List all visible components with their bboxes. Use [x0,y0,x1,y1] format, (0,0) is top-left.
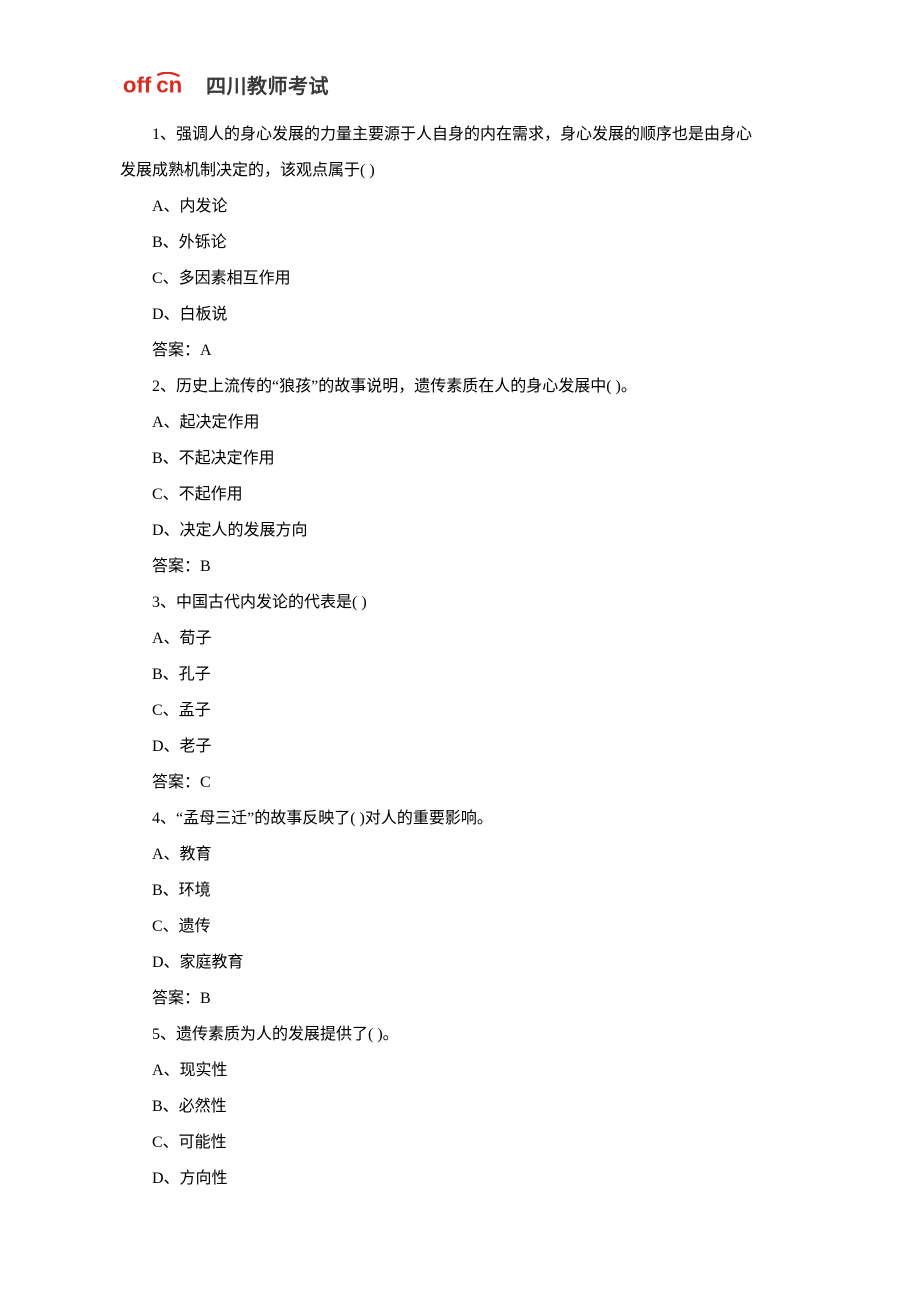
q3-option-a: A、荀子 [120,621,800,657]
q1-option-b: B、外铄论 [120,225,800,261]
q5-option-a: A、现实性 [120,1053,800,1089]
offcn-logo-icon: off cn [120,72,200,98]
q4-option-d: D、家庭教育 [120,945,800,981]
q3-option-b: B、孔子 [120,657,800,693]
q5-option-b: B、必然性 [120,1089,800,1125]
q2-stem: 2、历史上流传的“狼孩”的故事说明，遗传素质在人的身心发展中( )。 [120,369,800,405]
q3-stem: 3、中国古代内发论的代表是( ) [120,585,800,621]
q4-answer: 答案：B [120,981,800,1017]
q4-option-b: B、环境 [120,873,800,909]
q2-option-b: B、不起决定作用 [120,441,800,477]
q3-option-c: C、孟子 [120,693,800,729]
q1-answer: 答案：A [120,333,800,369]
logo-title: 四川教师考试 [206,70,329,99]
q1-option-c: C、多因素相互作用 [120,261,800,297]
q1-stem-line1: 1、强调人的身心发展的力量主要源于人自身的内在需求，身心发展的顺序也是由身心 [120,117,800,153]
content-body: 1、强调人的身心发展的力量主要源于人自身的内在需求，身心发展的顺序也是由身心 发… [120,117,800,1197]
q2-option-d: D、决定人的发展方向 [120,513,800,549]
q5-stem: 5、遗传素质为人的发展提供了( )。 [120,1017,800,1053]
q5-option-c: C、可能性 [120,1125,800,1161]
q5-option-d: D、方向性 [120,1161,800,1197]
q2-answer: 答案：B [120,549,800,585]
q3-answer: 答案：C [120,765,800,801]
q4-option-a: A、教育 [120,837,800,873]
q1-option-d: D、白板说 [120,297,800,333]
q4-option-c: C、遗传 [120,909,800,945]
q3-option-d: D、老子 [120,729,800,765]
page-container: off cn 四川教师考试 1、强调人的身心发展的力量主要源于人自身的内在需求，… [0,0,920,1257]
q2-option-a: A、起决定作用 [120,405,800,441]
q1-stem-line2: 发展成熟机制决定的，该观点属于( ) [120,153,800,189]
q4-stem: 4、“孟母三迁”的故事反映了( )对人的重要影响。 [120,801,800,837]
q1-option-a: A、内发论 [120,189,800,225]
q2-option-c: C、不起作用 [120,477,800,513]
svg-text:off: off [123,72,152,97]
logo-wrapper: off cn 四川教师考试 [120,70,800,99]
